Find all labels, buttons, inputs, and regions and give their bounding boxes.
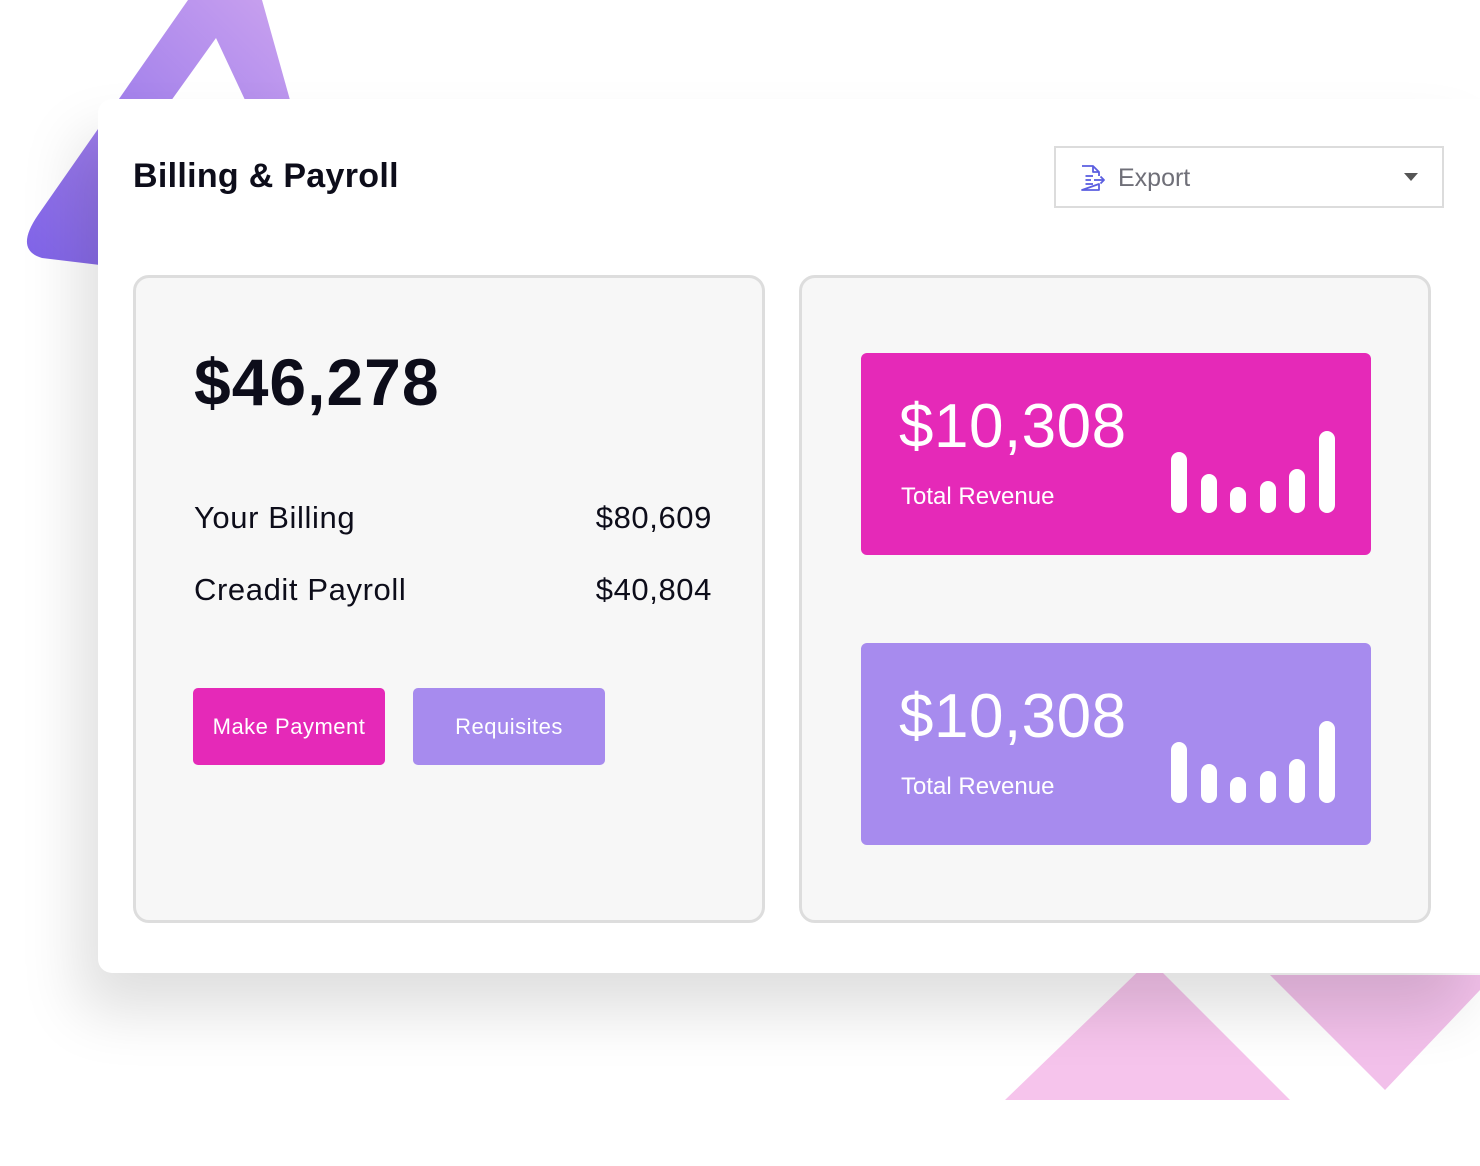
requisites-button[interactable]: Requisites [413,688,605,765]
chevron-down-icon [1404,173,1418,181]
export-document-icon [1081,165,1105,191]
revenue-bar [1171,452,1187,513]
revenue-bar [1230,487,1247,513]
payroll-value: $40,804 [595,572,712,607]
make-payment-button[interactable]: Make Payment [193,688,385,765]
billing-row: Your Billing $80,609 [194,500,712,540]
revenue-value: $10,308 [899,682,1127,751]
revenue-panel: $10,308 Total Revenue $10,308 Total Reve… [799,275,1431,923]
export-label: Export [1118,164,1191,192]
billing-summary-panel: $46,278 Your Billing $80,609 Creadit Pay… [133,275,765,923]
revenue-label: Total Revenue [901,483,1055,510]
revenue-bar [1200,474,1217,513]
payroll-label: Creadit Payroll [194,572,407,607]
revenue-bar [1171,742,1187,803]
revenue-bar [1319,721,1335,803]
revenue-bar-chart-icon [1171,413,1341,513]
billing-value: $80,609 [595,500,712,535]
revenue-label: Total Revenue [901,773,1055,800]
revenue-bar [1289,759,1306,803]
export-dropdown[interactable]: Export [1054,146,1444,208]
revenue-bar [1319,431,1335,513]
stage: Billing & Payroll Export $46,278 Your Bi… [0,0,1480,1166]
billing-card: Billing & Payroll Export $46,278 Your Bi… [98,99,1480,973]
pink-triangle-shape [1005,960,1290,1100]
billing-label: Your Billing [194,500,356,535]
revenue-bar [1289,469,1306,513]
revenue-bar-chart-icon [1171,703,1341,803]
pink-diamond-shape [1270,975,1480,1090]
revenue-bar [1259,481,1276,513]
revenue-value: $10,308 [899,392,1127,461]
revenue-bar [1200,764,1217,803]
revenue-bar [1230,777,1247,803]
payroll-row: Creadit Payroll $40,804 [194,572,712,612]
total-amount: $46,278 [194,345,440,419]
revenue-card: $10,308 Total Revenue [861,643,1371,845]
revenue-bar [1259,771,1276,803]
page-title: Billing & Payroll [133,157,399,195]
revenue-card: $10,308 Total Revenue [861,353,1371,555]
